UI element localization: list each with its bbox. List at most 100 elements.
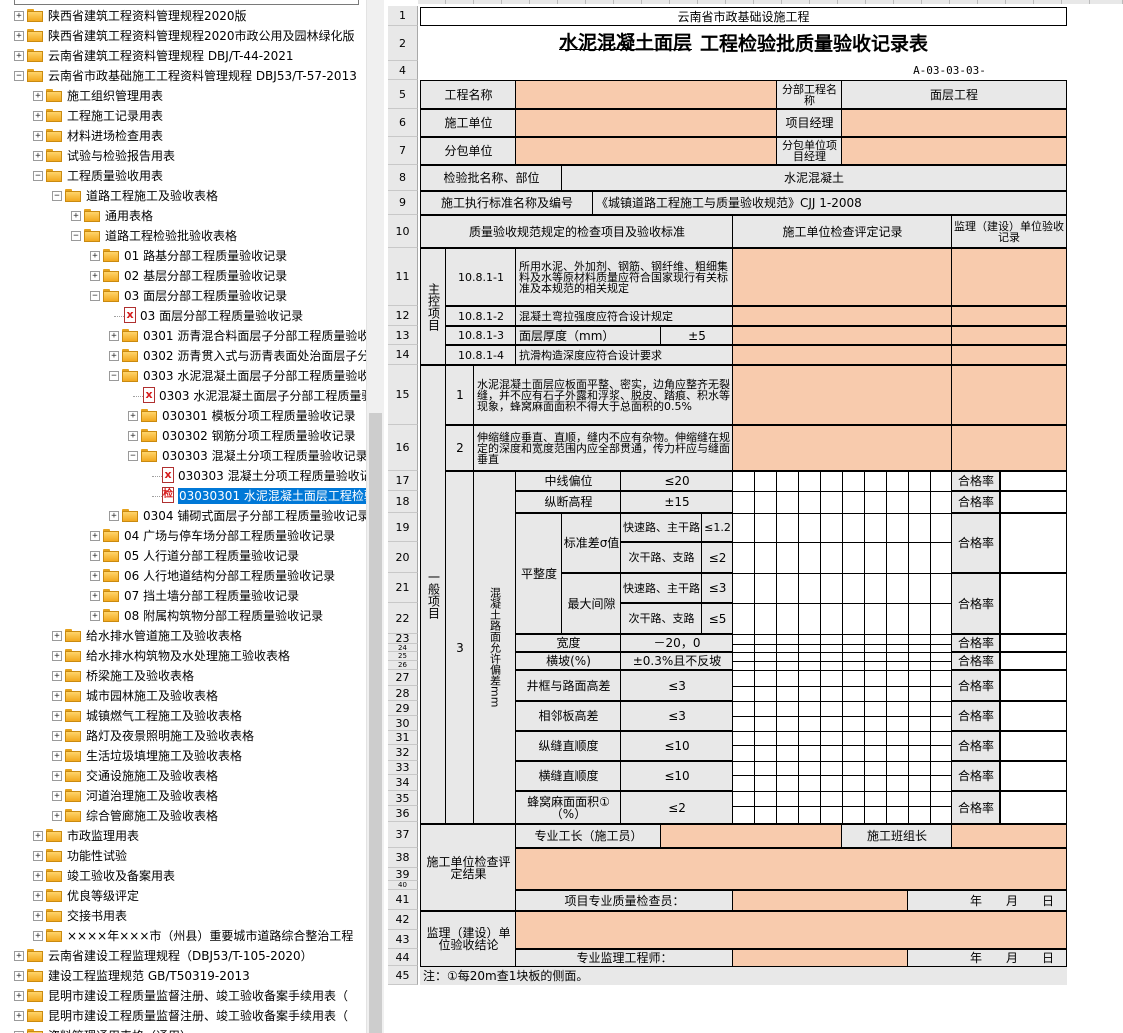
team-leader-value[interactable] [951,824,1067,848]
row-header[interactable]: 40 [388,881,418,890]
row-header[interactable]: 5 [388,80,418,109]
expand-icon[interactable]: + [109,511,119,521]
expand-icon[interactable]: + [14,51,24,61]
expand-icon[interactable]: + [52,691,62,701]
main-item-supervisor[interactable] [951,326,1067,345]
tree-node-label[interactable]: 0303 水泥混凝土面层子分部工程质量验收 [143,368,366,384]
tree-node[interactable]: + ××××年×××市（州县）重要城市道路综合整治工程 [0,926,366,946]
pass-rate-value[interactable] [999,471,1067,491]
column-header[interactable] [866,0,894,4]
tree-node-label[interactable]: 0302 沥青贯入式与沥青表面处治面层子分 [143,348,366,364]
tree-node-label[interactable]: 施工组织管理用表 [67,88,163,104]
row-header[interactable]: 26 [388,661,418,670]
tree-node[interactable]: − 云南省市政基础施工工程资料管理规程 DBJ53/T-57-2013 [0,66,366,86]
expand-icon[interactable]: + [52,651,62,661]
expand-icon[interactable]: + [52,711,62,721]
tree-node-label[interactable]: 云南省建筑工程资料管理规程 DBJ/T-44-2021 [48,48,294,64]
tree-node-label[interactable]: 陕西省建筑工程资料管理规程2020版 [48,8,247,24]
row-header[interactable]: 23 [388,634,418,644]
tree-node-label[interactable]: 生活垃圾填埋施工及验收表格 [86,748,242,764]
column-header[interactable] [446,0,474,4]
row-header[interactable]: 9 [388,191,418,215]
expand-icon[interactable]: + [14,1011,24,1021]
expand-icon[interactable]: + [52,671,62,681]
tree-node[interactable]: +07 挡土墙分部工程质量验收记录 [0,586,366,606]
tree-node[interactable]: + 路灯及夜景照明施工及验收表格 [0,726,366,746]
qc-inspector-value[interactable] [732,890,909,911]
tree-node-label[interactable]: 优良等级评定 [67,888,139,904]
pass-rate-value[interactable] [999,701,1067,731]
tree-node[interactable]: + 材料进场检查用表 [0,126,366,146]
row-header[interactable]: 17 [388,471,418,491]
tree-node[interactable]: x 030303 混凝土分项工程质量验收记 [0,466,366,486]
tree-node-label[interactable]: 0303 水泥混凝土面层子分部工程质量验 [159,388,366,404]
pass-rate-value[interactable] [999,761,1067,791]
tree-node-label[interactable]: 给水排水管道施工及验收表格 [86,628,242,644]
tree-node[interactable]: + 给水排水构筑物及水处理施工验收表格 [0,646,366,666]
expand-icon[interactable]: + [33,871,43,881]
tree-node-label[interactable]: 08 附属构筑物分部工程质量验收记录 [124,608,323,624]
expand-icon[interactable]: + [52,751,62,761]
collapse-icon[interactable]: − [71,231,81,241]
tree-node[interactable]: + 工程施工记录用表 [0,106,366,126]
row-header[interactable]: 31 [388,731,418,745]
expand-icon[interactable]: + [14,31,24,41]
tree-node[interactable]: − 0303 水泥混凝土面层子分部工程质量验收 [0,366,366,386]
tree-node-label[interactable]: 桥梁施工及验收表格 [86,668,194,684]
tree-node[interactable]: + 城镇燃气工程施工及验收表格 [0,706,366,726]
expand-icon[interactable]: + [109,331,119,341]
tree-node[interactable]: +08 附属构筑物分部工程质量验收记录 [0,606,366,626]
batch-value[interactable]: 水泥混凝土 [561,165,1067,191]
pass-rate-value[interactable] [999,731,1067,761]
row-header[interactable]: 25 [388,652,418,661]
row-header[interactable]: 13 [388,326,418,345]
tree-node-label[interactable]: 05 人行道分部工程质量验收记录 [124,548,299,564]
column-header[interactable] [586,0,614,4]
expand-icon[interactable]: + [33,91,43,101]
tree-node-label[interactable]: 交接书用表 [67,908,127,924]
tree-node-label[interactable]: 材料进场检查用表 [67,128,163,144]
foreman-value[interactable] [660,824,843,848]
tree-node[interactable]: + 河道治理施工及验收表格 [0,786,366,806]
row-header[interactable]: 6 [388,109,418,137]
tree-node[interactable]: − 道路工程施工及验收表格 [0,186,366,206]
column-header[interactable] [502,0,530,4]
expand-icon[interactable]: + [14,971,24,981]
column-header[interactable] [754,0,782,4]
tree-node[interactable]: − 030303 混凝土分项工程质量验收记录 [0,446,366,466]
column-header[interactable] [1062,0,1090,4]
tree-node-label[interactable]: 试验与检验报告用表 [67,148,175,164]
row-header[interactable]: 27 [388,670,418,686]
standard-value[interactable]: 《城镇道路工程施工与质量验收规范》CJJ 1-2008 [592,191,1067,215]
column-header[interactable] [642,0,670,4]
collapse-icon[interactable]: − [128,451,138,461]
tree-node-label[interactable]: 路灯及夜景照明施工及验收表格 [86,728,254,744]
row-header[interactable]: 33 [388,761,418,775]
row-header[interactable]: 34 [388,775,418,791]
tree-node-label[interactable]: 陕西省建筑工程资料管理规程2020市政公用及园林绿化版 [48,28,355,44]
column-header[interactable] [782,0,810,4]
collapse-icon[interactable]: − [109,371,119,381]
expand-icon[interactable]: + [33,131,43,141]
pass-rate-value[interactable] [999,573,1067,634]
main-item-supervisor[interactable] [951,345,1067,365]
tree-node[interactable]: + 给水排水管道施工及验收表格 [0,626,366,646]
column-header[interactable] [978,0,1006,4]
pass-rate-value[interactable] [999,791,1067,824]
main-item-record[interactable] [732,248,953,306]
pass-rate-value[interactable] [999,491,1067,513]
expand-icon[interactable]: + [33,891,43,901]
tree-node-label[interactable]: 01 路基分部工程质量验收记录 [124,248,287,264]
tree-node-label[interactable]: 河道治理施工及验收表格 [86,788,218,804]
collapse-icon[interactable]: − [90,291,100,301]
tree-node-label[interactable]: 城市园林施工及验收表格 [86,688,218,704]
row-header[interactable]: 38 [388,848,418,868]
row-header[interactable]: 37 [388,822,418,848]
main-item-supervisor[interactable] [951,248,1067,306]
row-header[interactable]: 44 [388,949,418,966]
tree-node-label[interactable]: 06 人行地道结构分部工程质量验收记录 [124,568,335,584]
tree-node-label[interactable]: 资料管理通用表格（通用） [48,1028,192,1033]
tree-node-label[interactable]: 竣工验收及备案用表 [67,868,175,884]
tree-node-label[interactable]: 城镇燃气工程施工及验收表格 [86,708,242,724]
tree-node-label[interactable]: 07 挡土墙分部工程质量验收记录 [124,588,299,604]
